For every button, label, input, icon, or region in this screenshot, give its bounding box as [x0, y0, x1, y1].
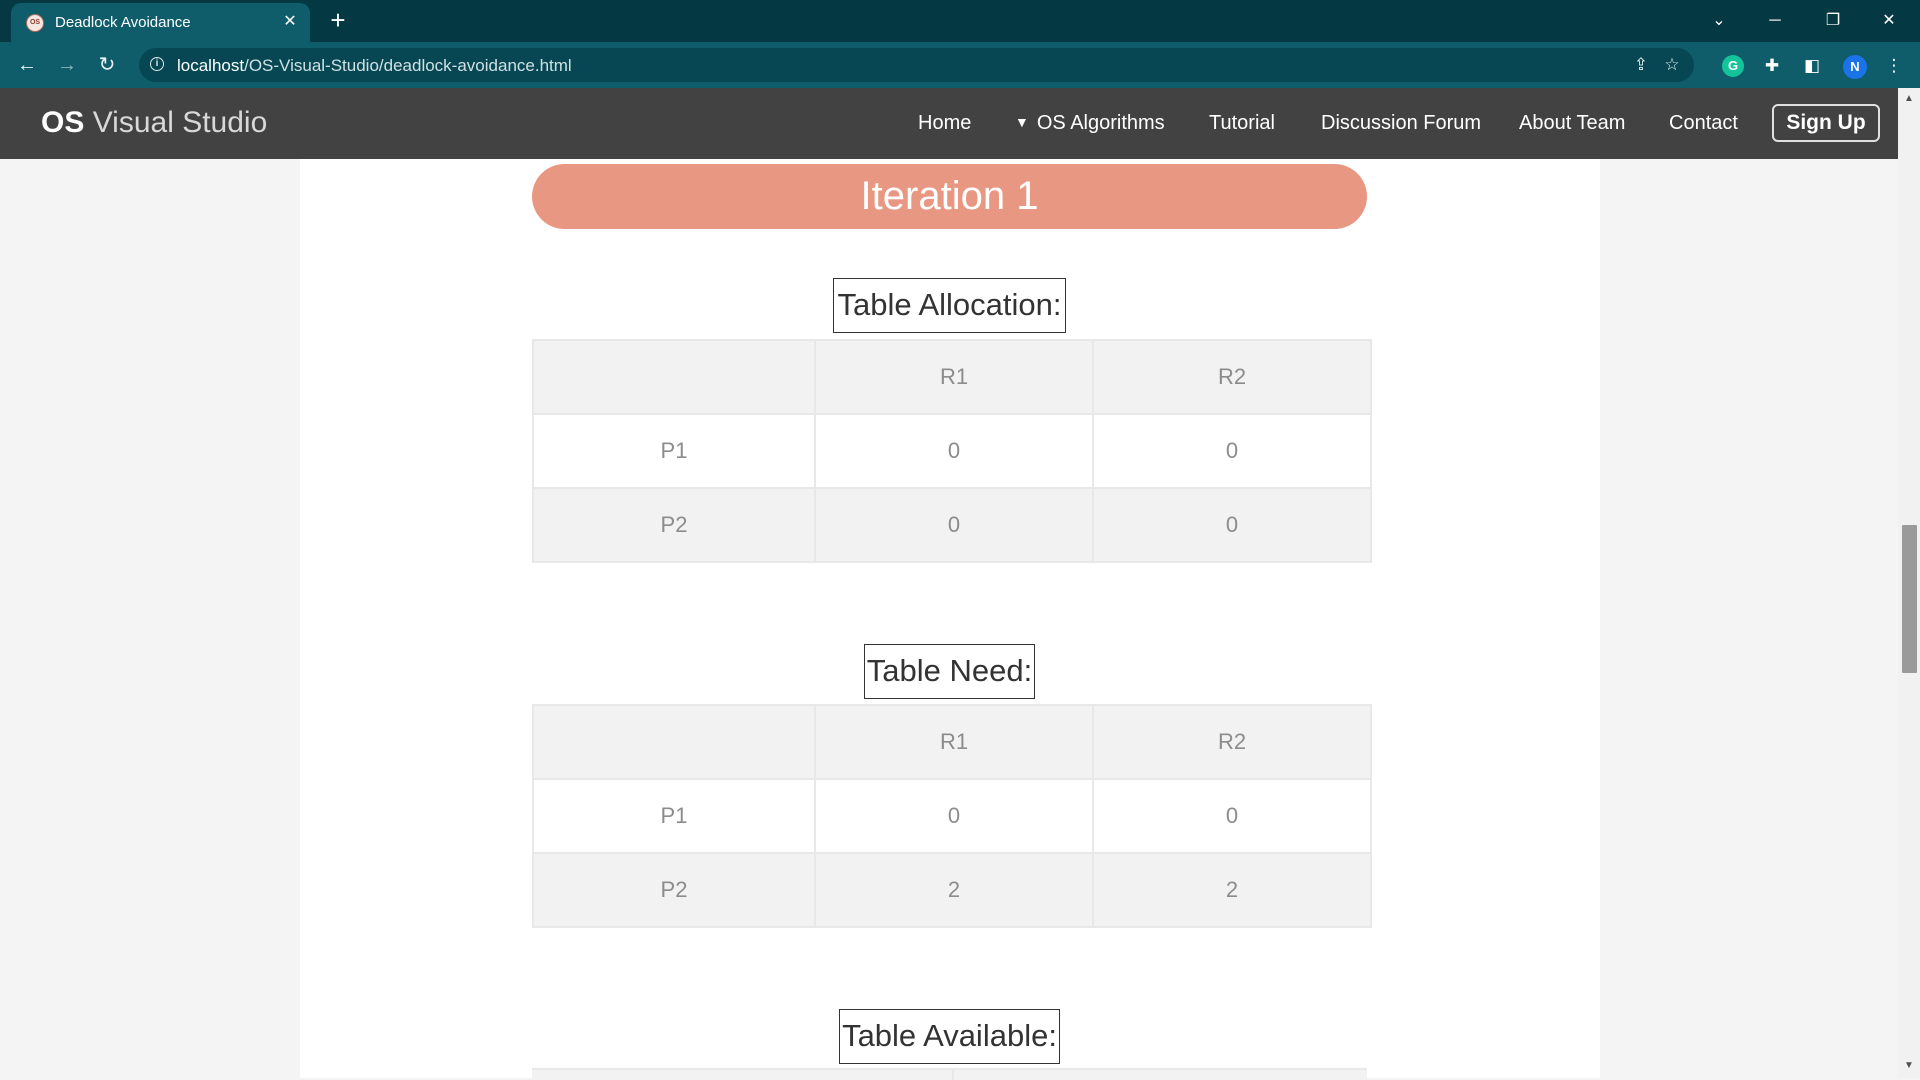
- profile-avatar[interactable]: N: [1843, 55, 1867, 79]
- site-brand[interactable]: OS Visual Studio: [41, 106, 267, 140]
- extensions-puzzle-icon[interactable]: ✚: [1760, 54, 1784, 78]
- minimize-icon[interactable]: ─: [1758, 6, 1792, 36]
- scroll-up-arrow-icon[interactable]: ▲: [1902, 92, 1916, 106]
- need-table: R1 R2 P1 0 0 P2 2 2: [532, 704, 1372, 928]
- grammarly-extension-icon[interactable]: G: [1722, 55, 1744, 77]
- nav-contact[interactable]: Contact: [1669, 112, 1738, 135]
- header-cell-r2: R2: [1092, 339, 1372, 415]
- header-cell-corner: [532, 704, 816, 780]
- nav-about-team[interactable]: About Team: [1519, 112, 1625, 135]
- value-cell: 0: [814, 487, 1094, 563]
- available-table-column-divider: [952, 1070, 954, 1080]
- row-label-cell: P2: [532, 487, 816, 563]
- nav-tutorial[interactable]: Tutorial: [1209, 112, 1275, 135]
- page-scrollbar[interactable]: ▲ ▼: [1898, 88, 1920, 1078]
- table-header-row: R1 R2: [532, 704, 1372, 780]
- side-panel-icon[interactable]: ◧: [1800, 54, 1824, 78]
- back-arrow-icon[interactable]: ←: [13, 52, 41, 78]
- site-favicon-icon: OS: [26, 14, 44, 32]
- nav-os-algorithms-dropdown[interactable]: ▼ OS Algorithms: [1015, 112, 1165, 135]
- scrollbar-thumb[interactable]: [1902, 525, 1917, 673]
- allocation-table-heading: Table Allocation:: [833, 278, 1066, 333]
- scroll-down-arrow-icon[interactable]: ▼: [1902, 1059, 1916, 1073]
- row-label-cell: P1: [532, 778, 816, 854]
- table-row: P2 0 0: [532, 487, 1372, 563]
- header-cell-r1: R1: [814, 704, 1094, 780]
- browser-tab-strip: OS Deadlock Avoidance ✕ + ⌄ ─ ❐ ✕: [0, 0, 1920, 42]
- tab-search-chevron-icon[interactable]: ⌄: [1702, 6, 1736, 36]
- value-cell: 2: [1092, 852, 1372, 928]
- browser-menu-icon[interactable]: ⋮: [1882, 54, 1906, 78]
- tab-title: Deadlock Avoidance: [55, 14, 191, 31]
- row-label-cell: P2: [532, 852, 816, 928]
- row-label-cell: P1: [532, 413, 816, 489]
- value-cell: 0: [814, 413, 1094, 489]
- new-tab-plus-icon[interactable]: +: [325, 7, 351, 34]
- restore-icon[interactable]: ❐: [1816, 6, 1850, 36]
- header-cell-r2: R2: [1092, 704, 1372, 780]
- value-cell: 0: [814, 778, 1094, 854]
- browser-toolbar: ← → ↻ i localhost/OS-Visual-Studio/deadl…: [0, 42, 1920, 88]
- sign-up-button[interactable]: Sign Up: [1772, 104, 1880, 142]
- available-table-heading: Table Available:: [839, 1009, 1060, 1064]
- chevron-down-icon: ▼: [1015, 114, 1029, 130]
- table-header-row: R1 R2: [532, 339, 1372, 415]
- window-close-icon[interactable]: ✕: [1872, 6, 1906, 36]
- header-cell-corner: [532, 339, 816, 415]
- table-row: P1 0 0: [532, 413, 1372, 489]
- table-row: P1 0 0: [532, 778, 1372, 854]
- value-cell: 2: [814, 852, 1094, 928]
- share-icon[interactable]: ⇪: [1630, 54, 1652, 76]
- header-cell-r1: R1: [814, 339, 1094, 415]
- url-text[interactable]: localhost/OS-Visual-Studio/deadlock-avoi…: [177, 56, 572, 76]
- site-info-icon[interactable]: i: [150, 57, 164, 71]
- bookmark-star-icon[interactable]: ☆: [1661, 54, 1683, 76]
- allocation-table: R1 R2 P1 0 0 P2 0 0: [532, 339, 1372, 563]
- tab-close-icon[interactable]: ✕: [279, 11, 301, 33]
- address-bar[interactable]: i localhost/OS-Visual-Studio/deadlock-av…: [139, 48, 1694, 82]
- value-cell: 0: [1092, 487, 1372, 563]
- value-cell: 0: [1092, 778, 1372, 854]
- need-table-heading: Table Need:: [864, 644, 1035, 699]
- browser-tab-active[interactable]: OS Deadlock Avoidance ✕: [11, 3, 310, 42]
- value-cell: 0: [1092, 413, 1372, 489]
- available-table-top-edge: [532, 1068, 1367, 1080]
- reload-icon[interactable]: ↻: [93, 52, 121, 78]
- forward-arrow-icon[interactable]: →: [53, 52, 81, 78]
- site-navbar: OS Visual Studio Home ▼ OS Algorithms Tut…: [0, 88, 1898, 159]
- table-row: P2 2 2: [532, 852, 1372, 928]
- nav-discussion-forum[interactable]: Discussion Forum: [1321, 112, 1481, 135]
- iteration-banner: Iteration 1: [532, 164, 1367, 229]
- nav-home[interactable]: Home: [918, 112, 971, 135]
